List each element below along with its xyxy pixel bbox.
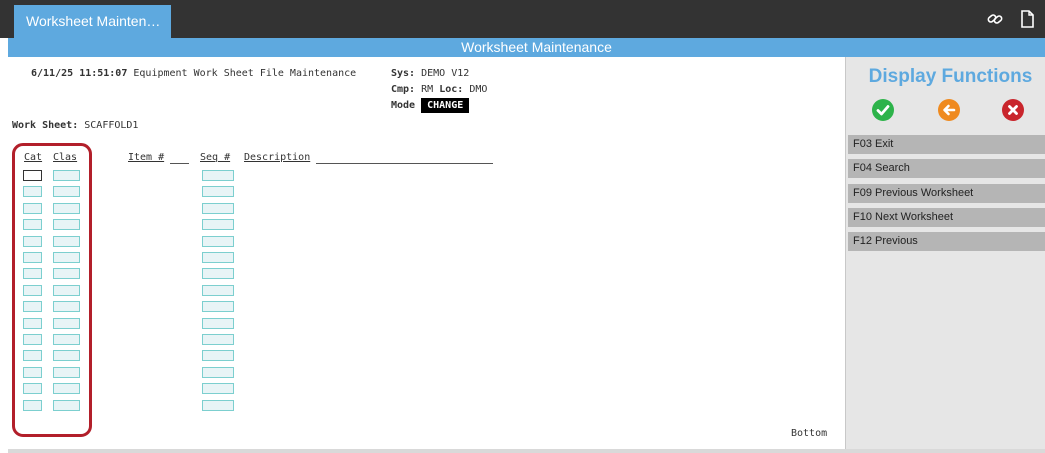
seq-field[interactable]: [202, 350, 234, 361]
loc-value: DMO: [469, 84, 488, 95]
function-key-f03-exit[interactable]: F03 Exit: [848, 135, 1045, 154]
mode-value: CHANGE: [421, 98, 470, 113]
company-info: Cmp: RM Loc: DMO: [391, 84, 487, 95]
work-sheet-label: Work Sheet:: [12, 120, 79, 131]
bottom-indicator: Bottom: [791, 428, 828, 439]
seq-field[interactable]: [202, 236, 234, 247]
mode-info: Mode CHANGE: [391, 98, 470, 113]
sys-value: DEMO V12: [421, 68, 470, 79]
loc-label: Loc:: [439, 84, 464, 95]
link-icon[interactable]: [985, 9, 1005, 29]
sys-label: Sys:: [391, 68, 416, 79]
main-panel: 6/11/25 11:51:07 Equipment Work Sheet Fi…: [8, 57, 846, 449]
cmp-value: RM: [421, 84, 434, 95]
header-line: 6/11/25 11:51:07 Equipment Work Sheet Fi…: [31, 68, 356, 79]
seq-field[interactable]: [202, 268, 234, 279]
sys-info: Sys: DEMO V12: [391, 68, 469, 79]
cancel-icon[interactable]: [1002, 99, 1024, 121]
work-sheet-info: Work Sheet: SCAFFOLD1: [12, 120, 138, 131]
function-key-f09-previous-worksheet[interactable]: F09 Previous Worksheet: [848, 184, 1045, 203]
column-header-seq: Seq #: [200, 152, 231, 163]
back-icon[interactable]: [938, 99, 960, 121]
seq-field[interactable]: [202, 252, 234, 263]
seq-field[interactable]: [202, 383, 234, 394]
time: 11:51:07: [79, 68, 128, 79]
bottom-rule: [8, 449, 1045, 453]
document-icon[interactable]: [1017, 9, 1037, 29]
seq-field[interactable]: [202, 400, 234, 411]
program-title: Equipment Work Sheet File Maintenance: [133, 68, 357, 79]
tab-worksheet-maintenance[interactable]: Worksheet Mainten…: [14, 5, 171, 38]
date: 6/11/25: [31, 68, 74, 79]
display-functions-panel: Display Functions F03 Exit F04 Search F0…: [846, 57, 1045, 453]
cat-clas-highlight: [12, 143, 92, 437]
seq-field[interactable]: [202, 367, 234, 378]
seq-field[interactable]: [202, 219, 234, 230]
seq-field[interactable]: [202, 186, 234, 197]
column-header-item: Item #: [128, 152, 165, 163]
page-title: Worksheet Maintenance: [8, 38, 1045, 57]
column-header-description: Description: [244, 152, 311, 163]
function-key-f12-previous[interactable]: F12 Previous: [848, 232, 1045, 251]
description-header-underline: [316, 163, 493, 164]
seq-field[interactable]: [202, 334, 234, 345]
seq-field[interactable]: [202, 285, 234, 296]
seq-field[interactable]: [202, 170, 234, 181]
accept-icon[interactable]: [872, 99, 894, 121]
cmp-label: Cmp:: [391, 84, 416, 95]
item-header-underline: [170, 163, 189, 164]
seq-field[interactable]: [202, 203, 234, 214]
seq-field[interactable]: [202, 318, 234, 329]
top-bar: Worksheet Mainten…: [0, 0, 1045, 38]
work-sheet-value: SCAFFOLD1: [84, 120, 139, 131]
display-functions-title: Display Functions: [868, 66, 1033, 87]
mode-label: Mode: [391, 100, 416, 111]
function-key-f10-next-worksheet[interactable]: F10 Next Worksheet: [848, 208, 1045, 227]
seq-field[interactable]: [202, 301, 234, 312]
function-key-f04-search[interactable]: F04 Search: [848, 159, 1045, 178]
